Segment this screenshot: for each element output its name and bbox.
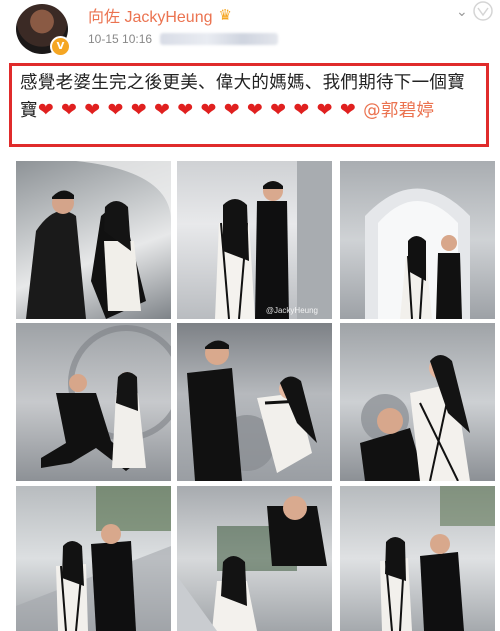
username-link[interactable]: 向佐 JackyHeung <box>88 3 213 27</box>
heart-emoji-icon: ❤ <box>37 99 55 121</box>
photo-4[interactable] <box>16 323 171 481</box>
heart-emoji-icon: ❤ <box>293 99 310 121</box>
name-row: 向佐 JackyHeung ♛ <box>88 4 232 26</box>
photo-1[interactable] <box>16 161 171 319</box>
heart-emoji-icon: ❤ <box>130 99 147 121</box>
photo-8-scene <box>177 496 327 631</box>
heart-emoji-icon: ❤ <box>339 99 357 121</box>
photo-1-scene <box>26 161 171 319</box>
heart-emoji-icon: ❤ <box>61 99 78 121</box>
photo-4-scene <box>41 325 171 471</box>
heart-emoji-icon: ❤ <box>84 99 101 121</box>
photo-9[interactable] <box>340 486 495 631</box>
heart-emoji-icon: ❤ <box>246 99 264 121</box>
photo-9-scene <box>380 486 495 631</box>
heart-emoji-icon: ❤ <box>223 99 240 121</box>
heart-emoji-icon: ❤ <box>153 99 171 121</box>
heart-emoji-icon: ❤ <box>316 99 333 121</box>
verified-badge-icon: V <box>50 36 71 57</box>
post-body: 感覺老婆生完之後更美、偉大的媽媽、我們期待下一個寶寶❤ ❤ ❤ ❤ ❤ ❤ ❤ ❤ ❤ ❤ ❤ ❤ ❤ ❤… <box>20 69 478 125</box>
heart-emoji-icon: ❤ <box>107 99 124 121</box>
more-options-icon[interactable]: ⌄ <box>456 4 472 20</box>
photo-7[interactable] <box>16 486 171 631</box>
photo-5-scene <box>187 340 317 481</box>
photo-watermark: @JackyHeung <box>265 306 318 315</box>
blurred-source-text <box>160 33 279 45</box>
photo-2-scene <box>215 161 332 319</box>
photo-grid: @JackyHeung <box>16 161 500 631</box>
photo-3[interactable] <box>340 161 495 319</box>
heart-emoji-icon: ❤ <box>270 99 287 121</box>
photo-5[interactable] <box>177 323 332 481</box>
user-avatar[interactable]: V <box>16 4 71 57</box>
photo-3-scene <box>365 188 470 319</box>
heart-emoji-icon: ❤ <box>177 99 194 121</box>
post-meta: 10-15 10:16 <box>88 32 279 46</box>
heart-emoji-row: ❤ ❤ ❤ ❤ ❤ ❤ ❤ ❤ ❤ ❤ ❤ ❤ ❤ ❤ <box>38 99 363 121</box>
photo-2[interactable]: @JackyHeung <box>177 161 332 319</box>
post-content-highlight: 感覺老婆生完之後更美、偉大的媽媽、我們期待下一個寶寶❤ ❤ ❤ ❤ ❤ ❤ ❤ ❤ ❤ ❤ ❤ ❤ ❤ ❤… <box>9 63 489 147</box>
mention-link[interactable]: @郭碧婷 <box>363 101 434 121</box>
heart-emoji-icon: ❤ <box>200 99 217 121</box>
photo-8[interactable] <box>177 486 332 631</box>
post-header: V 向佐 JackyHeung ♛ 10-15 10:16 ⌄ <box>0 0 500 58</box>
post-timestamp[interactable]: 10-15 10:16 <box>88 32 152 46</box>
corner-logo-icon <box>473 1 493 21</box>
crown-icon: ♛ <box>218 6 232 24</box>
photo-6[interactable] <box>340 323 495 481</box>
photo-6-scene <box>360 355 470 481</box>
photo-7-scene <box>16 486 171 631</box>
